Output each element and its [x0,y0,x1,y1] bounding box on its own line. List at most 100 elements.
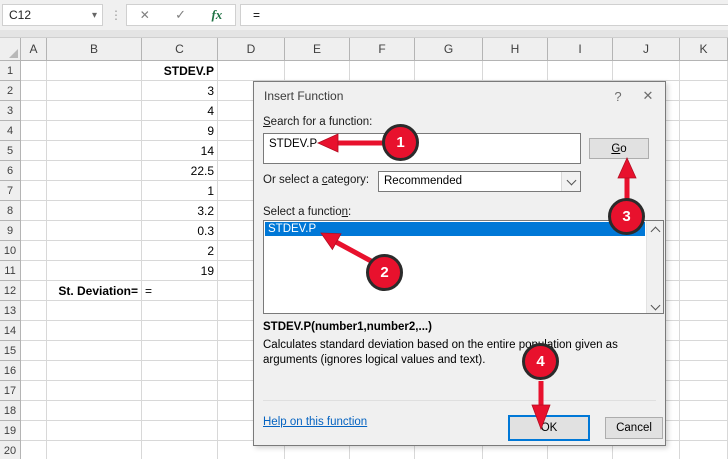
select-all-corner[interactable] [0,38,21,61]
column-header-K[interactable]: K [680,38,728,61]
chevron-down-icon[interactable] [561,172,580,191]
cell-I1[interactable] [548,61,613,81]
cell-A4[interactable] [21,121,47,141]
cell-A5[interactable] [21,141,47,161]
cell-K8[interactable] [680,201,728,221]
cell-K1[interactable] [680,61,728,81]
cell-C14[interactable] [142,321,218,341]
column-header-F[interactable]: F [350,38,415,61]
close-icon[interactable]: ✕ [631,88,665,104]
cell-C2[interactable]: 3 [142,81,218,101]
formula-input[interactable]: = [240,4,728,26]
cell-C3[interactable]: 4 [142,101,218,121]
enter-entry-icon[interactable]: ✓ [175,7,186,23]
cell-B7[interactable] [47,181,142,201]
column-header-E[interactable]: E [285,38,350,61]
row-header-18[interactable]: 18 [0,401,21,421]
cancel-entry-icon[interactable]: ✕ [140,8,150,22]
cell-A9[interactable] [21,221,47,241]
cell-A13[interactable] [21,301,47,321]
column-header-B[interactable]: B [47,38,142,61]
cell-A10[interactable] [21,241,47,261]
row-header-10[interactable]: 10 [0,241,21,261]
cell-K6[interactable] [680,161,728,181]
cell-B13[interactable] [47,301,142,321]
cell-C13[interactable] [142,301,218,321]
cell-B20[interactable] [47,441,142,459]
cell-A17[interactable] [21,381,47,401]
row-header-14[interactable]: 14 [0,321,21,341]
column-header-I[interactable]: I [548,38,613,61]
cell-C9[interactable]: 0.3 [142,221,218,241]
cell-A3[interactable] [21,101,47,121]
cell-K20[interactable] [680,441,728,459]
scroll-up-icon[interactable] [647,225,663,235]
cell-K9[interactable] [680,221,728,241]
help-link[interactable]: Help on this function [263,416,367,428]
cell-A15[interactable] [21,341,47,361]
name-box[interactable]: C12 ▾ [2,4,103,26]
cell-C8[interactable]: 3.2 [142,201,218,221]
cell-K7[interactable] [680,181,728,201]
cell-A6[interactable] [21,161,47,181]
cell-A8[interactable] [21,201,47,221]
cell-B8[interactable] [47,201,142,221]
cell-A7[interactable] [21,181,47,201]
column-header-H[interactable]: H [483,38,548,61]
cell-H1[interactable] [483,61,548,81]
cell-C10[interactable]: 2 [142,241,218,261]
cell-B6[interactable] [47,161,142,181]
ok-button[interactable]: OK [508,415,590,441]
column-header-A[interactable]: A [21,38,47,61]
cell-B12[interactable]: St. Deviation= [47,281,142,301]
cell-K12[interactable] [680,281,728,301]
column-header-G[interactable]: G [415,38,483,61]
cell-C15[interactable] [142,341,218,361]
cell-C1[interactable]: STDEV.P [142,61,218,81]
cell-B15[interactable] [47,341,142,361]
column-header-D[interactable]: D [218,38,285,61]
column-header-C[interactable]: C [142,38,218,61]
row-header-17[interactable]: 17 [0,381,21,401]
row-header-19[interactable]: 19 [0,421,21,441]
cell-J1[interactable] [613,61,680,81]
cell-C7[interactable]: 1 [142,181,218,201]
cell-C17[interactable] [142,381,218,401]
cell-K15[interactable] [680,341,728,361]
cell-F1[interactable] [350,61,415,81]
cell-K18[interactable] [680,401,728,421]
scroll-down-icon[interactable] [647,305,663,309]
row-header-20[interactable]: 20 [0,441,21,459]
row-header-13[interactable]: 13 [0,301,21,321]
cell-C20[interactable] [142,441,218,459]
cell-K16[interactable] [680,361,728,381]
cell-K13[interactable] [680,301,728,321]
listbox-scrollbar[interactable] [646,221,663,313]
cell-B14[interactable] [47,321,142,341]
cell-C5[interactable]: 14 [142,141,218,161]
cell-A11[interactable] [21,261,47,281]
name-box-dropdown-icon[interactable]: ▾ [92,10,102,21]
cell-B17[interactable] [47,381,142,401]
cell-B10[interactable] [47,241,142,261]
row-header-7[interactable]: 7 [0,181,21,201]
row-header-11[interactable]: 11 [0,261,21,281]
help-icon[interactable]: ? [605,89,631,104]
cell-C16[interactable] [142,361,218,381]
cell-C6[interactable]: 22.5 [142,161,218,181]
cell-G1[interactable] [415,61,483,81]
category-dropdown[interactable]: Recommended [378,171,581,192]
cell-K4[interactable] [680,121,728,141]
cell-D1[interactable] [218,61,285,81]
cell-A16[interactable] [21,361,47,381]
cell-A20[interactable] [21,441,47,459]
go-button[interactable]: Go [589,138,649,159]
row-header-6[interactable]: 6 [0,161,21,181]
row-header-2[interactable]: 2 [0,81,21,101]
cell-K10[interactable] [680,241,728,261]
cell-B4[interactable] [47,121,142,141]
cell-A1[interactable] [21,61,47,81]
cell-B19[interactable] [47,421,142,441]
dialog-titlebar[interactable]: Insert Function ? ✕ [254,82,665,110]
cell-A12[interactable] [21,281,47,301]
